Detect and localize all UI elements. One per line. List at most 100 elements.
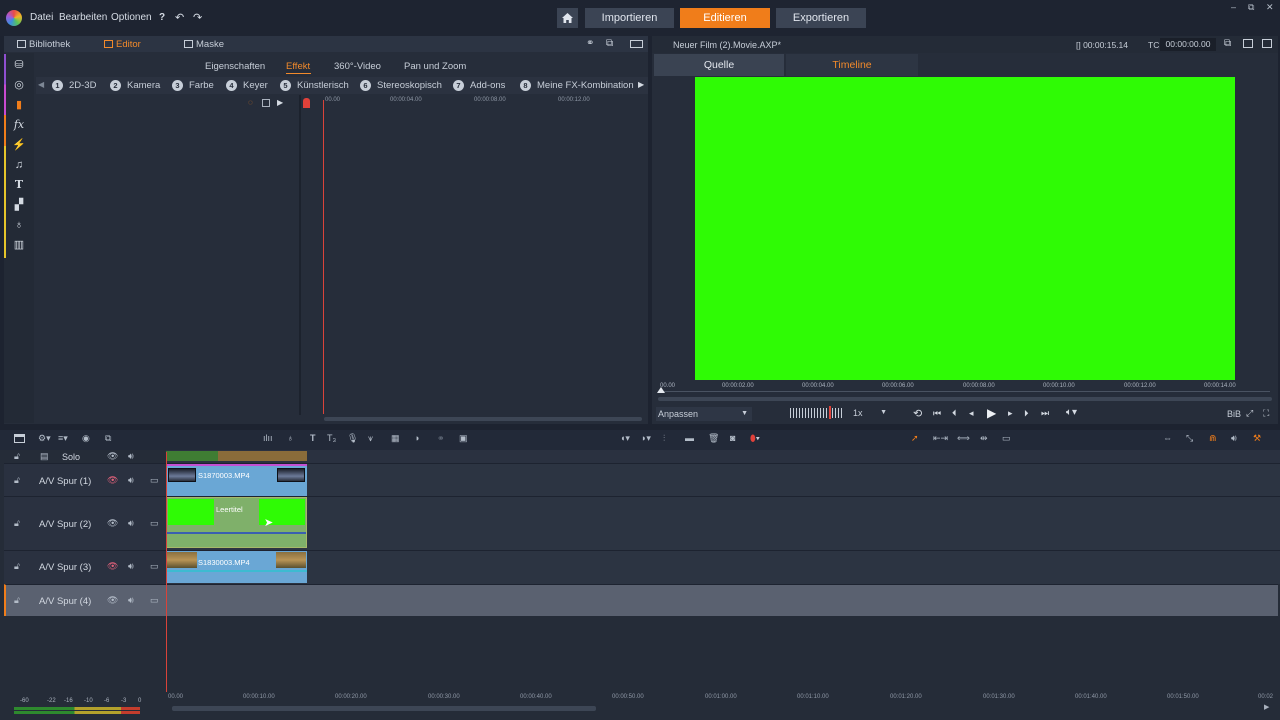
tab-effect[interactable]: Effekt: [286, 61, 310, 72]
home-button[interactable]: [557, 8, 578, 28]
edit-button[interactable]: Editieren: [680, 8, 770, 28]
timeline-scrollbar[interactable]: [172, 706, 596, 711]
title-tool-icon[interactable]: T: [310, 433, 316, 443]
category-2d-3d[interactable]: 1 2D-3D: [52, 80, 96, 91]
video-preview[interactable]: [695, 77, 1235, 380]
app-logo[interactable]: [6, 10, 22, 26]
scroll-right-icon[interactable]: ▶: [1264, 703, 1269, 711]
library-stack-icon[interactable]: ⛁: [12, 58, 26, 72]
fit-dropdown[interactable]: Anpassen ▼: [656, 407, 752, 421]
fit-view-icon[interactable]: ▭: [1002, 433, 1011, 444]
tab-360-video[interactable]: 360°-Video: [334, 61, 381, 72]
expand-icon[interactable]: ⤢: [1246, 408, 1253, 419]
video-clip[interactable]: S1870003.MP4: [166, 464, 307, 496]
eye-icon[interactable]: 👁︎: [107, 451, 118, 462]
copy-icon[interactable]: ⧉: [105, 433, 111, 444]
next-frame-icon[interactable]: ⏵: [1024, 408, 1029, 419]
lock-all-icon[interactable]: 🔓︎: [14, 451, 20, 462]
speaker-icon[interactable]: 🔊︎: [128, 475, 134, 486]
subtitles-icon[interactable]: ▣: [459, 433, 468, 444]
lock-icon[interactable]: 🔓︎: [14, 561, 20, 572]
track-layout-icon[interactable]: [14, 434, 25, 443]
pip-label[interactable]: BiB: [1227, 409, 1241, 419]
speaker-icon[interactable]: 🔊︎: [128, 595, 134, 606]
scroll-right-icon[interactable]: ▶: [638, 80, 644, 89]
preview-playhead[interactable]: [657, 387, 665, 393]
tab-pan-zoom[interactable]: Pan und Zoom: [404, 61, 466, 72]
title-clip[interactable]: Leertitel: [166, 497, 307, 548]
prev-frame-icon[interactable]: ⏴: [952, 408, 957, 419]
export-button[interactable]: Exportieren: [776, 8, 866, 28]
category-color[interactable]: 3 Farbe: [172, 80, 214, 91]
disc-menu-icon[interactable]: ▥: [12, 238, 26, 252]
delete-icon[interactable]: 🗑︎: [708, 433, 719, 444]
minimize-icon[interactable]: –: [1231, 2, 1236, 12]
go-start-icon[interactable]: ⏮: [933, 408, 941, 419]
category-keyer[interactable]: 4 Keyer: [226, 80, 268, 91]
lock-icon[interactable]: 🔓︎: [14, 595, 20, 606]
category-addons[interactable]: 7 Add-ons: [453, 80, 505, 91]
keyframe-icon[interactable]: ◌: [248, 98, 253, 107]
step-forward-icon[interactable]: ▸: [1008, 408, 1013, 419]
stretch-tool-icon[interactable]: ⟺: [957, 433, 970, 444]
category-stereoscopic[interactable]: 6 Stereoskopisch: [360, 80, 442, 91]
crop-icon[interactable]: ⛶: [1263, 408, 1269, 419]
marker-red-icon[interactable]: ⬮▾: [750, 433, 760, 444]
solo-icon[interactable]: ▤: [40, 451, 49, 462]
play-small-icon[interactable]: ▶: [277, 98, 283, 107]
menu-file[interactable]: Datei: [30, 12, 53, 23]
detach-player-icon[interactable]: ⧉: [1224, 38, 1231, 49]
save-icon[interactable]: [262, 99, 270, 107]
detach-icon[interactable]: ⧉: [606, 38, 613, 49]
undo-icon[interactable]: ↶: [175, 11, 184, 24]
speed-dropdown[interactable]: 1x ▼: [853, 408, 889, 420]
playhead-line[interactable]: [323, 100, 324, 414]
link-clips-icon[interactable]: ⚭: [437, 433, 445, 444]
split-icon[interactable]: ⩛: [368, 433, 373, 444]
music-icon[interactable]: ♫: [12, 158, 26, 172]
settings-icon[interactable]: ⚙▾: [38, 433, 51, 444]
menu-edit[interactable]: Bearbeiten: [59, 12, 107, 23]
fullscreen-icon[interactable]: [1243, 39, 1253, 48]
speaker-icon[interactable]: 🔊︎: [128, 561, 134, 572]
transition-icon[interactable]: ⚡: [12, 138, 26, 152]
select-tool-icon[interactable]: ➚: [911, 433, 919, 444]
play-icon[interactable]: ▶: [987, 406, 996, 420]
tab-properties[interactable]: Eigenschaften: [205, 61, 265, 72]
link-icon[interactable]: ⚭: [586, 38, 594, 49]
marker-left-icon[interactable]: ◖▾: [620, 433, 630, 444]
trim-tool-icon[interactable]: ⇤⇥: [933, 433, 948, 444]
microphone-icon[interactable]: 🎙︎: [347, 433, 358, 444]
step-back-icon[interactable]: ◂: [969, 408, 974, 419]
menu-options[interactable]: Optionen: [111, 12, 152, 23]
eye-icon[interactable]: 👁︎: [107, 518, 118, 529]
speaker-icon[interactable]: 🔊︎: [128, 451, 134, 462]
maximize-panel-icon[interactable]: [1262, 39, 1272, 48]
preview-scrub-bar[interactable]: [658, 397, 1272, 401]
scrub-icon[interactable]: ⤡: [1186, 433, 1193, 444]
slip-icon[interactable]: ▬: [685, 433, 694, 443]
fx-icon[interactable]: fx: [12, 118, 26, 132]
audio-ducking-icon[interactable]: ♁: [287, 433, 294, 443]
speaker-icon[interactable]: 🔊︎: [128, 518, 134, 529]
timeline-playhead[interactable]: [166, 452, 167, 702]
effect-scrollbar[interactable]: [324, 417, 642, 421]
menu-help[interactable]: ?: [159, 12, 165, 23]
montage-icon[interactable]: ▞: [12, 198, 26, 212]
import-button[interactable]: Importieren: [585, 8, 674, 28]
monitor-icon[interactable]: ▭: [150, 561, 159, 572]
go-end-icon[interactable]: ⏭: [1041, 408, 1049, 419]
tab-library[interactable]: Bibliothek: [29, 39, 70, 50]
marker-right-icon[interactable]: ◗▾: [641, 433, 651, 444]
zoom-fit-icon[interactable]: ⇔: [1163, 433, 1172, 443]
audio-scrub-icon[interactable]: 🔊︎: [1231, 433, 1237, 444]
record-icon[interactable]: ◉: [82, 433, 90, 444]
video-clip[interactable]: S1830003.MP4: [166, 551, 307, 583]
color-icon[interactable]: ◑: [414, 433, 419, 443]
layout-icon[interactable]: [630, 40, 643, 48]
eye-off-icon[interactable]: 👁︎: [107, 561, 118, 572]
redo-icon[interactable]: ↷: [193, 11, 202, 24]
tab-source[interactable]: Quelle: [654, 54, 784, 76]
tab-mask[interactable]: Maske: [196, 39, 224, 50]
effects-icon[interactable]: ◎: [12, 78, 26, 92]
